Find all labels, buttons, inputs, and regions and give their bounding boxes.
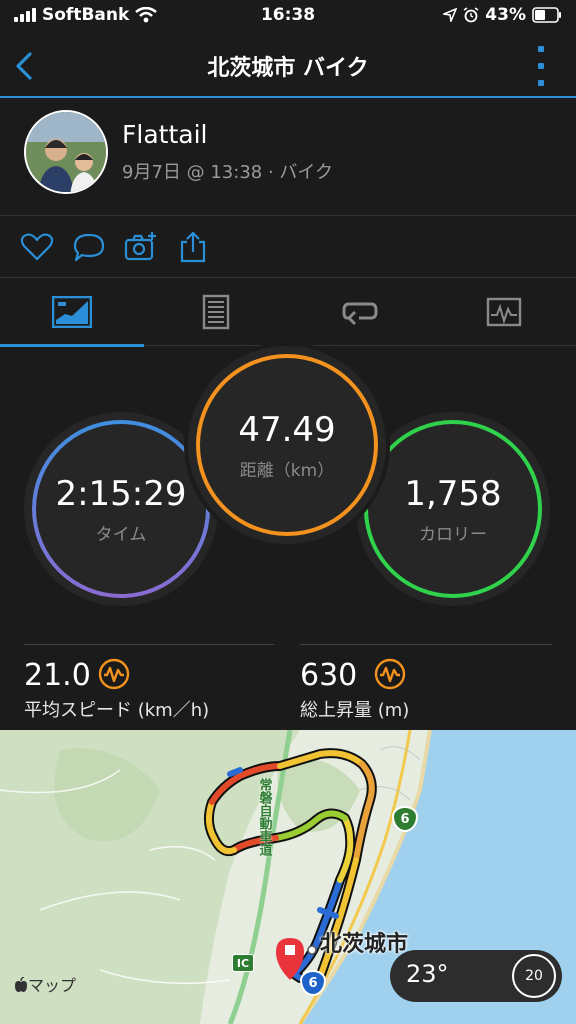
battery-percent: 43% [485, 5, 526, 25]
battery-icon [532, 7, 561, 23]
distance-value: 47.49 [238, 409, 336, 450]
location-arrow-icon [443, 8, 458, 22]
map-attribution-text: マップ [28, 976, 77, 995]
avatar[interactable] [24, 110, 108, 194]
waveform-icon [98, 658, 130, 690]
wind-speed-dial: 20 [512, 954, 556, 998]
calories-label: カロリー [419, 524, 487, 545]
avg-speed-value: 21.0 [24, 658, 91, 693]
heart-icon[interactable] [20, 230, 54, 264]
status-bar: SoftBank 16:38 43% [0, 0, 576, 34]
camera-add-icon[interactable] [124, 230, 158, 264]
laps-icon [342, 302, 378, 326]
tab-active-indicator [0, 344, 144, 347]
time-value: 2:15:29 [55, 473, 187, 514]
activity-header: Flattail 9月7日 @ 13:38 · バイク [0, 100, 576, 216]
distance-stat: 47.49 距離（km） [188, 346, 386, 544]
activity-date: 9月7日 @ 13:38 · バイク [122, 162, 334, 183]
more-options-button[interactable] [534, 46, 548, 86]
tab-laps[interactable] [288, 278, 432, 346]
share-icon[interactable] [176, 230, 210, 264]
waveform-icon [374, 658, 406, 690]
weather-temp: 23° [406, 960, 449, 988]
time-label: タイム [95, 524, 147, 545]
elevation-stat[interactable]: 630 総上昇量 (m) [300, 644, 552, 726]
charts-icon [486, 297, 522, 327]
tab-overview[interactable] [0, 278, 144, 347]
tab-charts[interactable] [432, 278, 576, 346]
alarm-icon [463, 7, 479, 23]
details-icon [202, 294, 230, 330]
map-city-label: 北茨城市 [320, 932, 409, 957]
weather-badge[interactable]: 23° 20 [390, 950, 562, 1002]
overview-icon [52, 296, 92, 328]
map-attribution: マップ [14, 972, 76, 996]
route-map[interactable]: 6 6 IC 常磐自動車道 北茨城市 マップ 23° 20 [0, 730, 576, 1024]
apple-logo-icon [15, 976, 27, 992]
ic-label: IC [232, 954, 254, 972]
nav-bar: 北茨城市 バイク [0, 34, 576, 98]
highway-label: 常磐自動車道 [256, 778, 272, 856]
avg-speed-stat[interactable]: 21.0 平均スピード (km／h) [24, 644, 274, 726]
social-actions [0, 216, 576, 278]
comment-icon[interactable] [72, 230, 106, 264]
activity-tabs [0, 278, 576, 347]
elevation-label: 総上昇量 (m) [300, 700, 410, 721]
page-title: 北茨城市 バイク [207, 56, 369, 81]
status-right: 43% [443, 5, 562, 25]
tab-details[interactable] [144, 278, 288, 346]
avg-speed-label: 平均スピード (km／h) [24, 700, 210, 721]
distance-label: 距離（km） [239, 460, 335, 481]
calories-value: 1,758 [404, 473, 502, 514]
user-name[interactable]: Flattail [122, 120, 207, 149]
elevation-value: 630 [300, 658, 358, 693]
